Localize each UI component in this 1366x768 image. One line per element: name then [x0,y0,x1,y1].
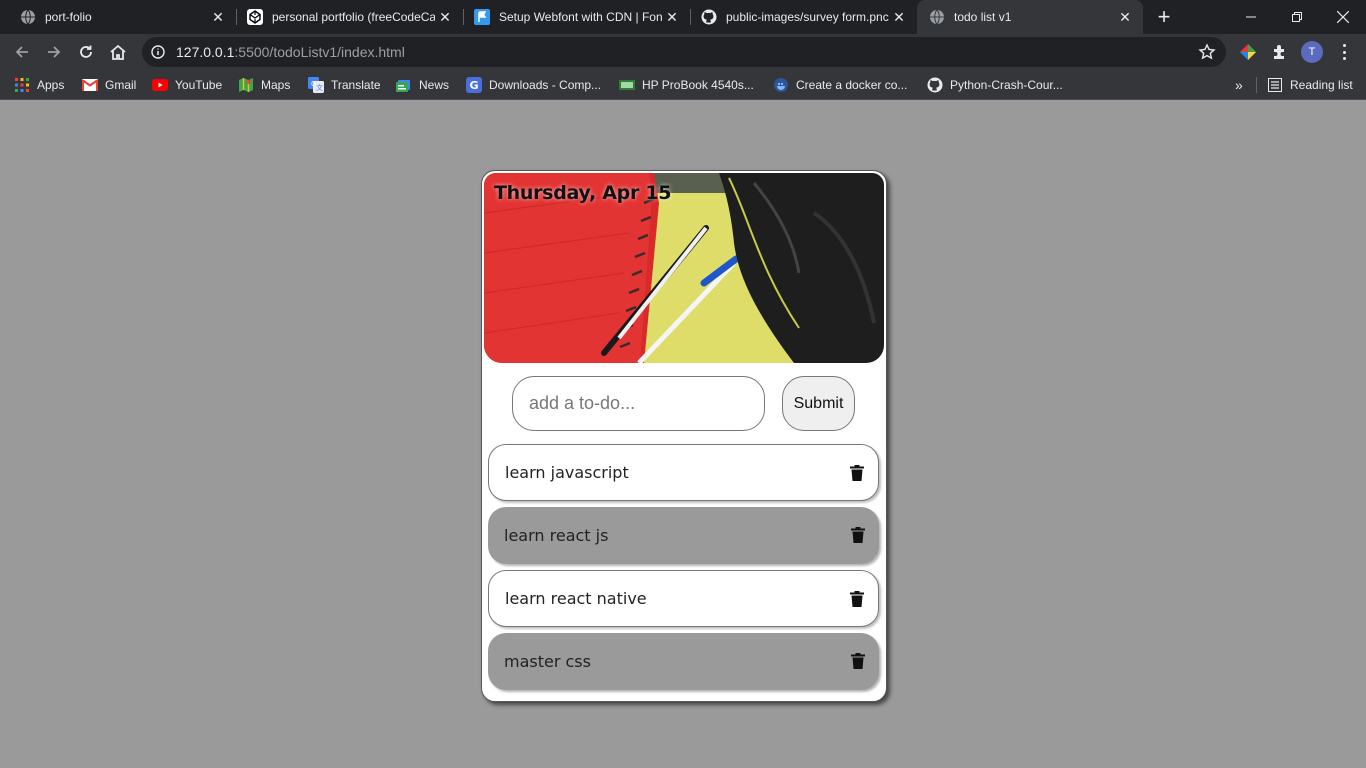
back-button[interactable] [8,38,36,66]
tab-title: public-images/survey form.pnc [726,10,889,24]
downloads-icon: G [466,77,482,93]
translate-icon: G文 [308,77,324,93]
github-icon [701,9,717,25]
youtube-icon [152,77,168,93]
close-icon[interactable]: ✕ [435,7,455,27]
globe-icon [20,9,36,25]
url-path: :5500/todoListv1/index.html [234,44,405,60]
tab-title: todo list v1 [954,10,1012,24]
laptop-icon [619,77,635,93]
browser-menu-icon[interactable] [1336,42,1352,62]
todo-item[interactable]: master css [488,633,879,690]
apps-grid-icon [14,77,30,93]
todo-item[interactable]: learn javascript [488,444,879,501]
bookmark-label: HP ProBook 4540s... [642,78,754,92]
bookmark-python-crash-course[interactable]: Python-Crash-Cour... [927,76,1063,94]
bookmark-star-icon[interactable] [1198,43,1216,61]
bookmark-label: Gmail [105,78,137,92]
bookmark-youtube[interactable]: YouTube [152,76,222,94]
tab-title: personal portfolio (freeCodeCa [272,10,435,24]
close-icon[interactable]: ✕ [662,7,682,27]
url-text: 127.0.0.1:5500/todoListv1/index.html [176,44,405,60]
tab-todo-list[interactable]: todo list v1 ✕ [917,0,1143,34]
svg-text:G: G [470,79,479,92]
trash-icon[interactable] [851,653,865,669]
url-host: 127.0.0.1 [176,44,235,60]
profile-avatar[interactable]: T [1301,41,1323,63]
bookmark-translate[interactable]: G文 Translate [308,76,381,94]
bookmark-label: YouTube [175,78,223,92]
bookmark-gmail[interactable]: Gmail [82,76,136,94]
bookmark-news[interactable]: News [396,76,449,94]
reload-button[interactable] [72,38,100,66]
current-date: Thursday, Apr 15 [494,182,672,204]
todo-input[interactable] [512,376,765,431]
site-info-icon[interactable] [150,44,166,60]
browser-toolbar: 127.0.0.1:5500/todoListv1/index.html [0,34,1366,70]
bookmark-label: Downloads - Comp... [489,78,602,92]
docker-icon [773,77,789,93]
header-image: Thursday, Apr 15 [484,173,884,363]
minimize-button[interactable] [1228,0,1274,34]
todo-card: Thursday, Apr 15 Submit learn javascript… [481,170,887,702]
tab-port-folio[interactable]: port-folio ✕ [0,0,236,34]
tab-title: Setup Webfont with CDN | Fon [499,10,662,24]
bookmark-label: Python-Crash-Cour... [950,78,1063,92]
svg-text:文: 文 [316,83,323,92]
maps-icon [238,77,254,93]
tab-setup-webfont[interactable]: Setup Webfont with CDN | Fon ✕ [454,0,690,34]
bookmark-label: News [419,78,450,92]
reading-list-label: Reading list [1290,78,1353,92]
close-icon[interactable]: ✕ [1115,7,1135,27]
bookmark-label: Apps [37,78,65,92]
news-icon [396,77,412,93]
gmail-icon [82,77,98,93]
submit-button[interactable]: Submit [782,376,855,431]
bookmark-hp-probook[interactable]: HP ProBook 4540s... [619,76,754,94]
reading-list-icon [1267,77,1283,93]
close-icon[interactable]: ✕ [208,7,228,27]
bookmark-label: Create a docker co... [796,78,908,92]
new-tab-button[interactable]: + [1152,4,1176,29]
color-extension-icon[interactable] [1238,42,1258,62]
tab-strip: port-folio ✕ personal portfolio (freeCod… [0,0,1366,34]
reading-list-button[interactable]: Reading list [1267,76,1353,94]
bookmark-label: Translate [331,78,381,92]
github-icon [927,77,943,93]
bookmarks-divider [1256,77,1257,93]
close-icon[interactable]: ✕ [889,7,909,27]
todo-item[interactable]: learn react native [488,570,879,627]
todo-text: learn react js [504,526,609,545]
bookmark-apps[interactable]: Apps [14,76,64,94]
trash-icon[interactable] [851,527,865,543]
codepen-icon [247,9,263,25]
trash-icon[interactable] [850,591,864,607]
todo-text: learn react native [505,589,647,608]
todo-list: learn javascript learn react js learn re… [488,444,879,696]
todo-item[interactable]: learn react js [488,507,879,564]
bookmark-label: Maps [261,78,291,92]
extensions-puzzle-icon[interactable] [1270,42,1290,62]
tab-personal-portfolio[interactable]: personal portfolio (freeCodeCa ✕ [227,0,463,34]
tab-title: port-folio [45,10,92,24]
bookmark-downloads[interactable]: G Downloads - Comp... [466,76,601,94]
todo-text: learn javascript [505,463,629,482]
bookmark-maps[interactable]: Maps [238,76,290,94]
bookmark-docker[interactable]: Create a docker co... [773,76,907,94]
restore-button[interactable] [1274,0,1320,34]
address-bar[interactable]: 127.0.0.1:5500/todoListv1/index.html [142,37,1226,67]
tab-public-images[interactable]: public-images/survey form.pnc ✕ [681,0,917,34]
flag-icon [474,9,490,25]
trash-icon[interactable] [850,465,864,481]
close-window-button[interactable] [1320,0,1366,34]
bookmarks-overflow-button[interactable]: » [1235,76,1243,94]
globe-icon [929,9,945,25]
forward-button[interactable] [40,38,68,66]
todo-text: master css [504,652,591,671]
home-button[interactable] [104,38,132,66]
bookmarks-bar: Apps Gmail YouTube Maps G文 Translate New… [0,70,1366,100]
